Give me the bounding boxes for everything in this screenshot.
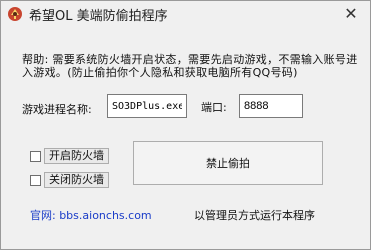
block-spy-button[interactable]: 禁止偷拍 <box>133 141 323 185</box>
app-window: 希望OL 美端防偷拍程序 ✕ 帮助: 需要系统防火墙开启状态，需要先启动游戏，不… <box>0 0 371 250</box>
close-button[interactable]: ✕ <box>342 4 360 23</box>
disable-firewall-check-box[interactable] <box>30 174 41 186</box>
disable-firewall-label: 关闭防火墙 <box>44 172 109 188</box>
enable-firewall-checkbox[interactable]: 开启防火墙 <box>30 148 109 164</box>
help-text: 帮助: 需要系统防火墙开启状态，需要先启动游戏，不需输入账号进入游戏。(防止偷拍… <box>22 53 358 79</box>
app-logo-icon <box>7 6 23 22</box>
title-bar: 希望OL 美端防偷拍程序 ✕ <box>1 1 370 27</box>
window-title: 希望OL 美端防偷拍程序 <box>29 9 168 24</box>
enable-firewall-check-box[interactable] <box>30 150 41 162</box>
website-link[interactable]: 官网: bbs.aionchs.com <box>30 207 152 223</box>
port-input[interactable] <box>239 94 303 118</box>
enable-firewall-label: 开启防火墙 <box>44 148 109 164</box>
port-label: 端口: <box>201 101 227 114</box>
admin-note: 以管理员方式运行本程序 <box>194 209 315 222</box>
process-name-input[interactable] <box>107 94 187 118</box>
process-label: 游戏进程名称: <box>22 103 92 116</box>
disable-firewall-checkbox[interactable]: 关闭防火墙 <box>30 172 109 188</box>
